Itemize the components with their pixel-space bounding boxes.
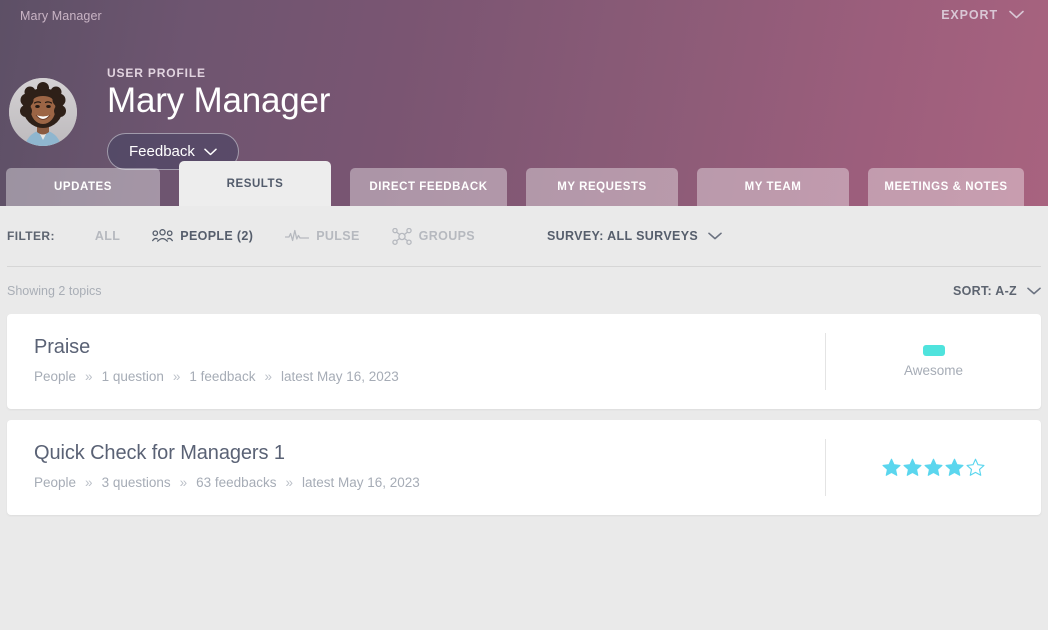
list-header: Showing 2 topics SORT: A-Z [0, 267, 1048, 314]
chevron-down-icon [708, 229, 722, 243]
topic-latest: latest May 16, 2023 [280, 369, 399, 384]
sort-button-label: SORT: A-Z [952, 283, 1017, 298]
tab-label: MY TEAM [744, 181, 802, 193]
results-count: Showing 2 topics [7, 283, 102, 298]
tab-bar: UPDATES RESULTS DIRECT FEEDBACK MY REQUESTS… [0, 161, 1048, 206]
topic-meta: People » 3 questions » 63 feedbacks » latest M… [34, 475, 825, 490]
profile-header: Mary Manager EXPORT USER PROFILE Mary Ma… [0, 0, 1048, 206]
filter-item-groups-label: GROUPS [418, 229, 475, 243]
meta-separator: » [172, 369, 181, 384]
survey-select-label: SURVEY: ALL SURVEYS [546, 229, 699, 243]
tab-direct-feedback[interactable]: DIRECT FEEDBACK [350, 168, 507, 206]
tab-meetings-notes[interactable]: MEETINGS & NOTES [868, 168, 1024, 206]
rating-label: Awesome [903, 363, 964, 378]
topic-list: Praise People » 1 question » 1 feedback » lates… [0, 314, 1048, 515]
tab-my-requests[interactable]: MY REQUESTS [526, 168, 678, 206]
meta-separator: » [285, 475, 293, 490]
filter-bar: FILTER: ALL PEOPLE (2) PULSE GROUPS SURV… [0, 206, 1048, 266]
topic-questions: 1 question [101, 369, 164, 384]
star-rating [882, 458, 985, 477]
star-icon [966, 458, 985, 477]
topic-questions: 3 questions [101, 475, 171, 490]
filter-item-pulse-label: PULSE [316, 229, 360, 243]
meta-separator: » [179, 475, 188, 490]
meta-separator: » [85, 475, 93, 490]
meta-separator: » [85, 369, 93, 384]
tab-label: UPDATES [54, 181, 112, 193]
topic-scope: People [34, 475, 77, 490]
page-eyebrow: USER PROFILE [107, 66, 206, 80]
tab-updates[interactable]: UPDATES [6, 168, 160, 206]
topic-feedbacks: 63 feedbacks [196, 475, 277, 490]
filter-item-people-label: PEOPLE (2) [180, 229, 254, 243]
export-button[interactable]: EXPORT [941, 8, 1024, 22]
chevron-down-icon [204, 143, 217, 160]
feedback-button-label: Feedback [129, 142, 195, 160]
topic-card-main: Quick Check for Managers 1 People » 3 quest… [7, 420, 825, 515]
filter-item-pulse[interactable]: PULSE [285, 229, 359, 243]
avatar[interactable] [9, 78, 77, 146]
topic-card[interactable]: Praise People » 1 question » 1 feedback » lates… [7, 314, 1041, 409]
topic-title: Praise [34, 336, 91, 358]
tab-label: RESULTS [226, 177, 284, 190]
star-icon [882, 458, 901, 477]
pulse-icon [285, 229, 310, 243]
tab-label: MEETINGS & NOTES [884, 181, 1008, 193]
topic-title: Quick Check for Managers 1 [34, 442, 285, 464]
tab-results[interactable]: RESULTS [179, 161, 331, 206]
groups-icon [391, 227, 412, 245]
topic-feedbacks: 1 feedback [189, 369, 256, 384]
tab-label: DIRECT FEEDBACK [369, 181, 488, 193]
star-icon [924, 458, 943, 477]
rating-pill [922, 345, 945, 356]
topic-card-main: Praise People » 1 question » 1 feedback » lates… [7, 314, 825, 409]
star-icon [903, 458, 922, 477]
filter-label: FILTER: [7, 229, 55, 243]
chevron-down-icon [1009, 8, 1024, 22]
chevron-down-icon [1027, 284, 1041, 298]
filter-item-groups[interactable]: GROUPS [391, 227, 475, 245]
topic-card[interactable]: Quick Check for Managers 1 People » 3 quest… [7, 420, 1041, 515]
topic-result: Awesome [825, 333, 1041, 390]
filter-item-all[interactable]: ALL [95, 229, 120, 243]
topic-scope: People [34, 369, 77, 384]
tab-my-team[interactable]: MY TEAM [697, 168, 849, 206]
user-avatar-photo [9, 78, 77, 146]
profile-block: USER PROFILE Mary Manager Feedback [9, 66, 330, 170]
sort-button[interactable]: SORT: A-Z [953, 284, 1041, 298]
export-button-label: EXPORT [941, 8, 998, 22]
topic-meta: People » 1 question » 1 feedback » latest May … [34, 369, 825, 384]
tab-label: MY REQUESTS [557, 181, 647, 193]
filter-item-all-label: ALL [94, 229, 121, 243]
meta-separator: » [264, 369, 272, 384]
topic-latest: latest May 16, 2023 [301, 475, 420, 490]
page-title: Mary Manager [107, 81, 331, 120]
filter-item-people[interactable]: PEOPLE (2) [152, 228, 254, 244]
topic-result [825, 439, 1041, 496]
breadcrumb[interactable]: Mary Manager [20, 9, 102, 23]
star-icon [945, 458, 964, 477]
people-icon [152, 228, 174, 244]
survey-select[interactable]: SURVEY: ALL SURVEYS [547, 229, 722, 243]
